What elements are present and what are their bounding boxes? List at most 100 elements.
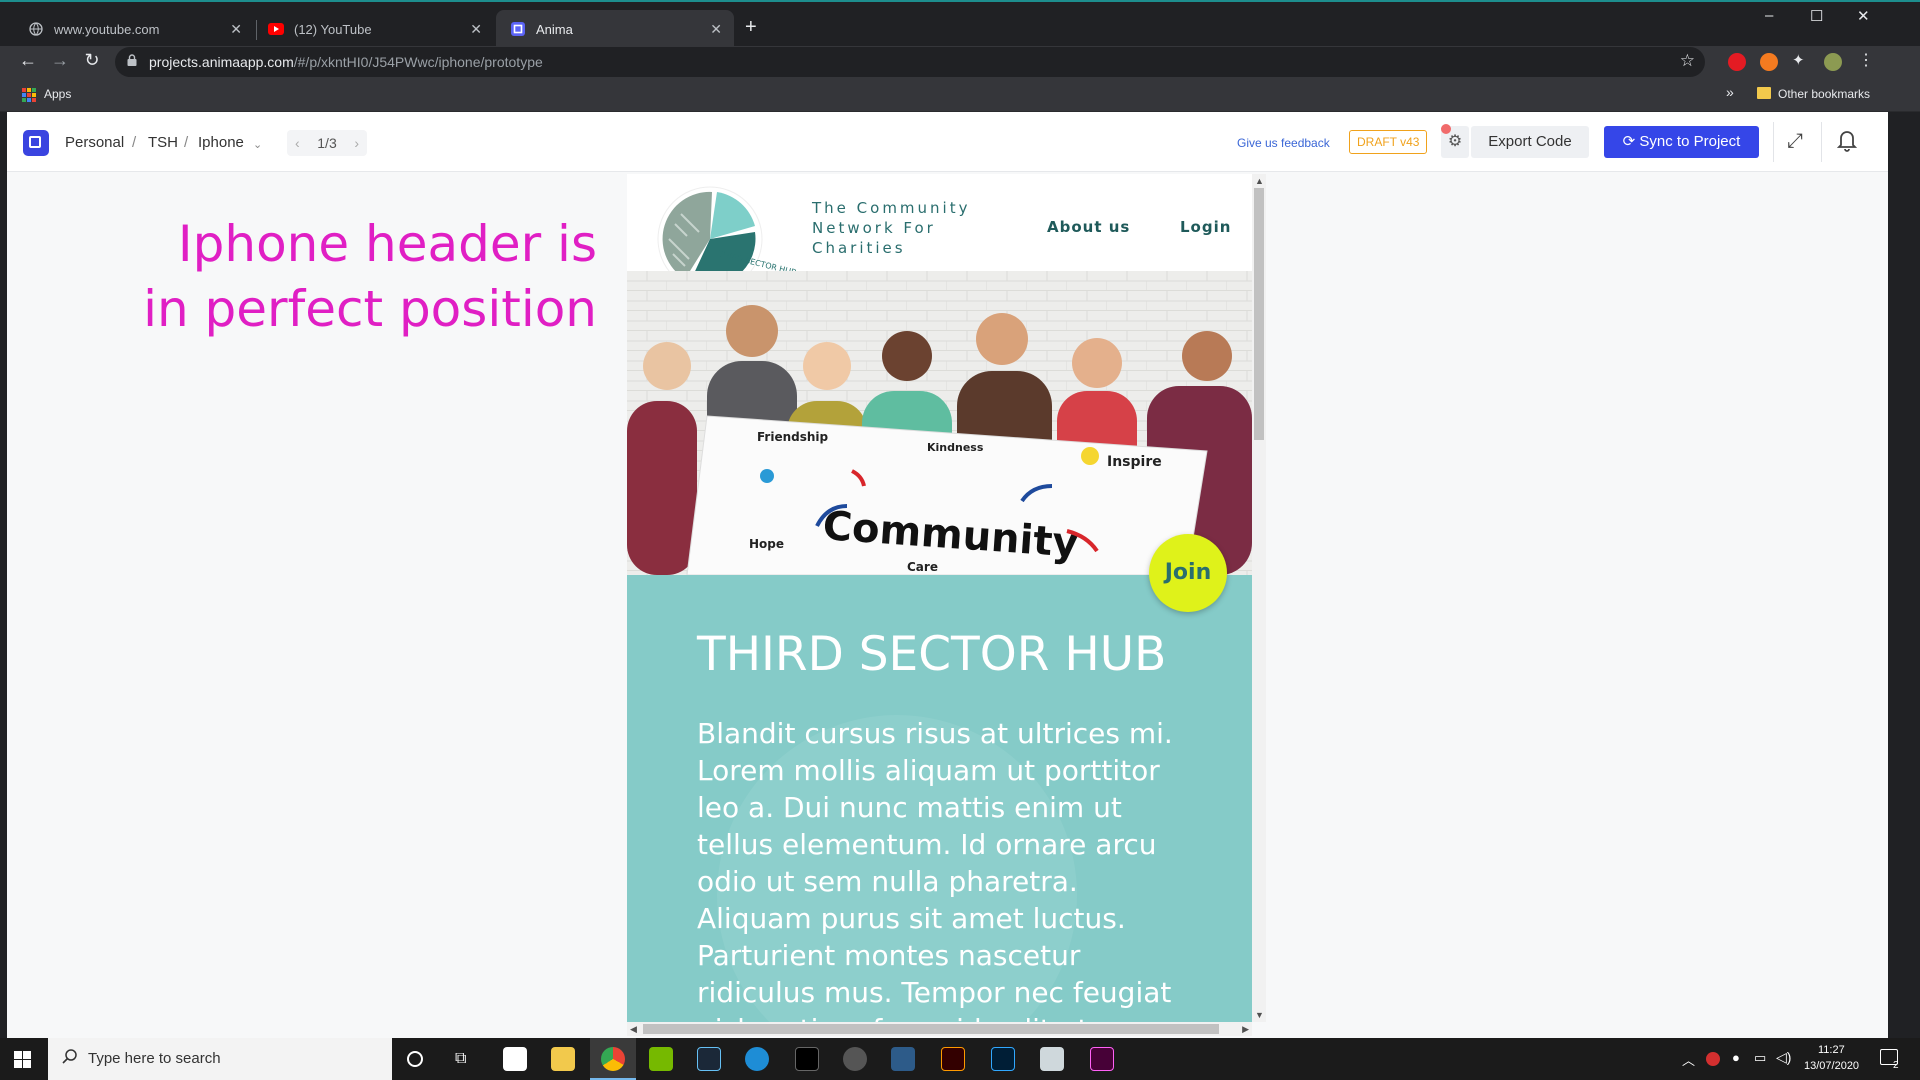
network-icon[interactable]: ▭: [1754, 1050, 1766, 1066]
horizontal-scrollbar[interactable]: ◀ ▶: [627, 1022, 1252, 1036]
extensions-puzzle-icon[interactable]: ✦: [1792, 51, 1810, 69]
close-tab-icon[interactable]: ✕: [710, 21, 722, 38]
annotation-line: in perfect position: [143, 280, 597, 338]
prev-page-icon[interactable]: ‹: [295, 135, 300, 151]
scroll-left-icon[interactable]: ◀: [630, 1024, 637, 1035]
tab-youtube[interactable]: (12) YouTube ✕: [254, 10, 494, 48]
expand-icon[interactable]: ⤢: [1787, 130, 1803, 153]
notification-dot: [1441, 124, 1451, 134]
bookmarks-overflow-icon[interactable]: »: [1726, 84, 1734, 100]
anima-taskbar-icon[interactable]: [503, 1047, 527, 1071]
back-icon[interactable]: ←: [16, 50, 40, 71]
microphone-icon[interactable]: ●: [1732, 1050, 1740, 1065]
feedback-link[interactable]: Give us feedback: [1237, 136, 1330, 150]
chevron-down-icon[interactable]: ⌄: [253, 138, 262, 151]
site-header: THIRD SECTOR HUB The Community Network F…: [627, 174, 1252, 292]
hero-image: Community Friendship Kindness Inspire Ho…: [627, 271, 1252, 575]
file-explorer-icon[interactable]: [551, 1047, 575, 1071]
tab-title: www.youtube.com: [54, 21, 160, 37]
film-app-icon[interactable]: [891, 1047, 915, 1071]
breadcrumb-iphone[interactable]: Iphone: [198, 134, 244, 151]
sync-to-project-button[interactable]: ⟳ Sync to Project: [1604, 126, 1759, 158]
edge-icon[interactable]: [745, 1047, 769, 1071]
reload-icon[interactable]: ↻: [80, 50, 104, 71]
xd-icon[interactable]: [1090, 1047, 1114, 1071]
tray-antivirus-icon[interactable]: [1706, 1052, 1720, 1066]
intro-section: THIRD SECTOR HUB Blandit cursus risus at…: [627, 575, 1252, 1036]
url-host: projects.animaapp.com: [149, 54, 294, 70]
page-indicator: 1/3: [317, 135, 337, 151]
banner-word: Friendship: [757, 430, 829, 444]
adblock-extension-icon[interactable]: [1728, 53, 1746, 71]
forward-icon[interactable]: →: [48, 50, 72, 71]
tab-youtube-home[interactable]: www.youtube.com ✕: [14, 10, 254, 48]
taskbar-search[interactable]: Type here to search: [48, 1038, 392, 1080]
tab-title: Anima: [536, 21, 573, 37]
scrollbar-thumb[interactable]: [1254, 188, 1264, 440]
banner-word: Inspire: [1107, 454, 1162, 470]
steam-icon[interactable]: [697, 1047, 721, 1071]
clock-time[interactable]: 11:27: [1818, 1044, 1845, 1056]
nvidia-icon[interactable]: [649, 1047, 673, 1071]
anima-icon: [510, 21, 526, 37]
apps-grid-icon[interactable]: [22, 88, 36, 102]
breadcrumb-separator: /: [132, 134, 137, 151]
profile-avatar[interactable]: [1824, 53, 1842, 71]
tab-anima[interactable]: Anima ✕: [496, 10, 734, 48]
tagline-line: The Community: [812, 199, 971, 217]
banner-word: Kindness: [927, 441, 984, 454]
breadcrumb-personal[interactable]: Personal: [65, 134, 124, 151]
orange-extension-icon[interactable]: [1760, 53, 1778, 71]
photoshop-icon[interactable]: [991, 1047, 1015, 1071]
wave-app-icon[interactable]: [795, 1047, 819, 1071]
scroll-right-icon[interactable]: ▶: [1242, 1024, 1249, 1035]
tray-chevron-icon[interactable]: ︿: [1682, 1050, 1695, 1069]
scrollbar-thumb[interactable]: [643, 1024, 1219, 1034]
youtube-icon: [268, 21, 284, 37]
divider: [1821, 122, 1822, 162]
apps-bookmark[interactable]: Apps: [44, 87, 71, 101]
scroll-down-icon[interactable]: ▼: [1255, 1010, 1264, 1020]
join-button[interactable]: Join: [1149, 534, 1227, 612]
url-path: /#/p/xkntHI0/J54PWwc/iphone/prototype: [293, 54, 543, 70]
nav-login[interactable]: Login: [1180, 218, 1231, 236]
search-icon: [62, 1049, 78, 1070]
lock-icon: [127, 54, 137, 69]
nav-about-us[interactable]: About us: [1047, 218, 1130, 236]
windows-taskbar: Type here to search ⧉ ︿ ● ▭ ◁) 11:27 13/…: [0, 1038, 1920, 1080]
vertical-scrollbar[interactable]: ▲ ▼: [1252, 174, 1266, 1022]
bookmark-star-icon[interactable]: ☆: [1680, 51, 1695, 71]
other-bookmarks[interactable]: Other bookmarks: [1778, 87, 1870, 101]
illustrator-icon[interactable]: [941, 1047, 965, 1071]
close-tab-icon[interactable]: ✕: [230, 21, 242, 38]
close-tab-icon[interactable]: ✕: [470, 21, 482, 38]
tagline-line: Network For: [812, 219, 936, 237]
bell-icon[interactable]: [1836, 128, 1858, 152]
export-code-button[interactable]: Export Code: [1471, 126, 1589, 158]
scroll-up-icon[interactable]: ▲: [1255, 176, 1264, 186]
task-view-icon[interactable]: ⧉: [455, 1050, 466, 1068]
new-tab-icon[interactable]: +: [745, 16, 757, 39]
next-page-icon[interactable]: ›: [354, 135, 359, 151]
volume-icon[interactable]: ◁): [1776, 1049, 1791, 1066]
address-bar[interactable]: projects.animaapp.com/#/p/xkntHI0/J54PWw…: [115, 47, 1705, 77]
sync-icon: ⟳: [1622, 133, 1640, 150]
minimize-icon[interactable]: –: [1765, 7, 1773, 24]
chrome-taskbar-icon[interactable]: [601, 1047, 625, 1071]
anima-logo-icon[interactable]: [23, 130, 49, 156]
windows-start-icon[interactable]: [14, 1051, 31, 1068]
breadcrumb-tsh[interactable]: TSH: [148, 134, 178, 151]
search-placeholder: Type here to search: [88, 1050, 221, 1067]
maximize-icon[interactable]: ☐: [1810, 7, 1823, 25]
media-app-icon[interactable]: [843, 1047, 867, 1071]
chrome-menu-icon[interactable]: ⋮: [1858, 50, 1876, 69]
close-window-icon[interactable]: ✕: [1857, 7, 1870, 25]
anima-app: Personal / TSH / Iphone ⌄ ‹ 1/3 › Give u…: [7, 112, 1888, 1038]
clock-date[interactable]: 13/07/2020: [1804, 1060, 1859, 1072]
tab-title: (12) YouTube: [294, 21, 372, 37]
draft-version-badge[interactable]: DRAFT v43: [1349, 130, 1428, 154]
divider: [1773, 122, 1774, 162]
globe-icon: [28, 21, 44, 37]
cortana-icon[interactable]: [407, 1051, 423, 1067]
printer-app-icon[interactable]: [1040, 1047, 1064, 1071]
